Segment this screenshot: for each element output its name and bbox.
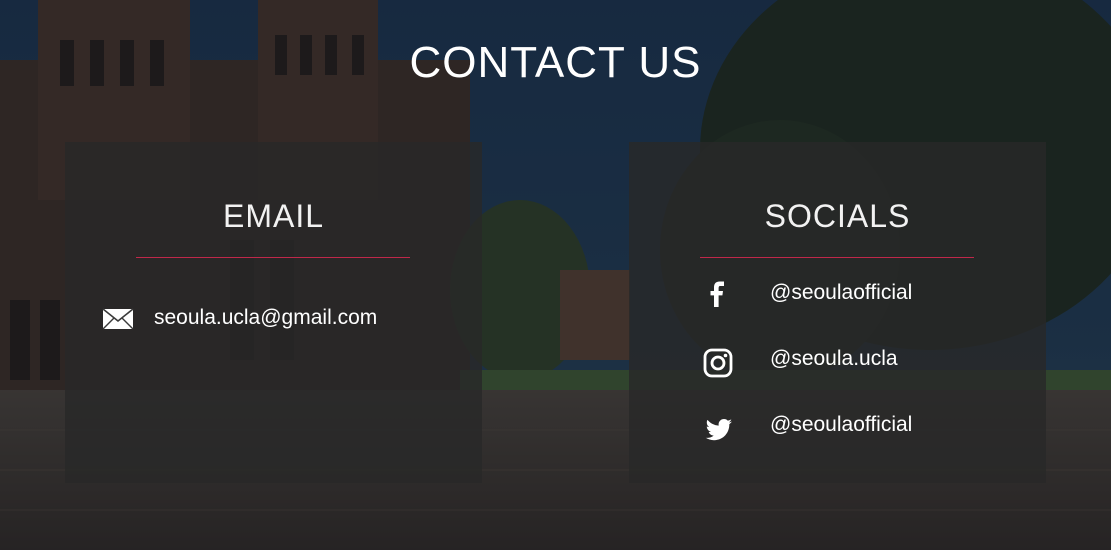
social-item-instagram[interactable]: @seoula.ucla [629, 346, 1046, 386]
twitter-handle-link[interactable]: @seoulaofficial [770, 412, 912, 438]
socials-card-title: SOCIALS [764, 198, 911, 234]
social-item-twitter[interactable]: @seoulaofficial [629, 412, 1046, 452]
socials-card-divider [700, 257, 974, 258]
email-row[interactable]: seoula.ucla@gmail.com [65, 300, 482, 340]
social-item-facebook[interactable]: @seoulaofficial [629, 280, 1046, 320]
facebook-handle-link[interactable]: @seoulaofficial [770, 280, 912, 306]
twitter-icon [705, 419, 732, 441]
email-address-link[interactable]: seoula.ucla@gmail.com [154, 305, 377, 331]
email-card-title: EMAIL [222, 198, 325, 234]
email-card: EMAIL seoula.ucla@gmail.com [65, 142, 482, 483]
envelope-icon [102, 308, 134, 330]
instagram-handle-link[interactable]: @seoula.ucla [770, 346, 898, 372]
contact-page: CONTACT US EMAIL seoula.ucla@gmail.com S… [0, 0, 1111, 550]
instagram-icon [703, 348, 733, 378]
facebook-icon [710, 281, 724, 307]
email-card-divider [136, 257, 410, 258]
page-title: CONTACT US [409, 38, 702, 87]
socials-card: SOCIALS @seoulaofficial @seoula.ucla @se… [629, 142, 1046, 483]
